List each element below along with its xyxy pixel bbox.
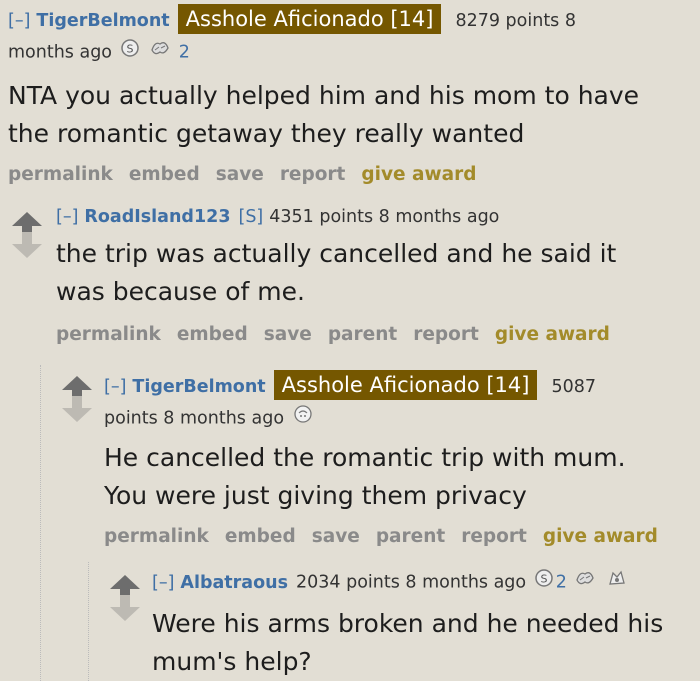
- thread-line: [88, 562, 89, 681]
- silver-award-icon: S: [534, 568, 554, 597]
- comment-3: [–] TigerBelmont Asshole Aficionado [14] 50…: [104, 370, 698, 551]
- downvote-arrow-icon[interactable]: [110, 595, 140, 621]
- report-button[interactable]: report: [413, 324, 479, 345]
- give-award-button[interactable]: give award: [361, 164, 476, 185]
- author-link[interactable]: TigerBelmont: [132, 377, 265, 397]
- comment-body: NTA you actually helped him and his mom …: [8, 77, 698, 153]
- score-time: 8279 points 8: [455, 11, 576, 31]
- collapse-toggle[interactable]: [–]: [56, 207, 78, 227]
- give-award-button[interactable]: give award: [495, 324, 610, 345]
- comment-tagline-cont: points 8 months ago: [104, 404, 698, 433]
- upvote-arrow-icon[interactable]: [12, 212, 42, 236]
- vote-arrows: [60, 376, 94, 422]
- body-line: mum's help?: [152, 647, 312, 676]
- comment-tagline: [–] Albatraous 2034 points 8 months ago S …: [152, 568, 698, 597]
- comment-1: [–] TigerBelmont Asshole Aficionado [14] 82…: [8, 4, 698, 189]
- comment-actions: permalink embed save parent report give award: [56, 321, 696, 349]
- author-link[interactable]: TigerBelmont: [36, 11, 169, 31]
- comment-actions: permalink embed save parent report give award: [104, 523, 698, 551]
- silver-award-icon: S: [120, 38, 140, 67]
- save-button[interactable]: save: [264, 324, 312, 345]
- parent-button[interactable]: parent: [328, 324, 397, 345]
- body-line: Were his arms broken and he needed his: [152, 609, 664, 638]
- award-count: 2: [178, 42, 190, 63]
- report-button[interactable]: report: [280, 164, 346, 185]
- report-button[interactable]: report: [461, 526, 527, 547]
- comment-tagline: [–] TigerBelmont Asshole Aficionado [14] 82…: [8, 4, 698, 36]
- embed-button[interactable]: embed: [225, 526, 296, 547]
- save-button[interactable]: save: [216, 164, 264, 185]
- comment-4: [–] Albatraous 2034 points 8 months ago S …: [152, 568, 698, 681]
- body-line: NTA you actually helped him and his mom …: [8, 81, 640, 110]
- vote-arrows: [10, 212, 44, 258]
- vote-arrows: [108, 575, 142, 621]
- svg-text:S: S: [540, 573, 547, 586]
- timestamp: months ago: [8, 42, 113, 63]
- helpful-award-icon: [149, 38, 171, 67]
- collapse-toggle[interactable]: [–]: [104, 377, 126, 397]
- body-line: You were just giving them privacy: [104, 481, 527, 510]
- thread-line: [40, 365, 41, 681]
- timestamp: points 8 months ago: [104, 408, 285, 429]
- collapse-toggle[interactable]: [–]: [152, 573, 174, 593]
- wholesome-award-icon: [292, 404, 314, 433]
- parent-button[interactable]: parent: [376, 526, 445, 547]
- comment-tagline-cont: months ago S 2: [8, 38, 698, 67]
- score-time: 2034 points 8 months ago: [296, 572, 527, 593]
- embed-button[interactable]: embed: [129, 164, 200, 185]
- svg-text:S: S: [126, 43, 133, 56]
- downvote-arrow-icon[interactable]: [12, 232, 42, 258]
- hugz-award-icon: [606, 568, 628, 597]
- author-link[interactable]: RoadIsland123: [84, 207, 230, 227]
- give-award-button[interactable]: give award: [543, 526, 658, 547]
- permalink-button[interactable]: permalink: [56, 324, 161, 345]
- comment-body: Were his arms broken and he needed his m…: [152, 605, 698, 681]
- score-time: 4351 points 8 months ago: [269, 207, 500, 227]
- permalink-button[interactable]: permalink: [8, 164, 113, 185]
- collapse-toggle[interactable]: [–]: [8, 11, 30, 31]
- user-flair: Asshole Aficionado [14]: [177, 4, 442, 34]
- author-link[interactable]: Albatraous: [180, 573, 288, 593]
- award-count: 2: [555, 572, 567, 593]
- embed-button[interactable]: embed: [177, 324, 248, 345]
- permalink-button[interactable]: permalink: [104, 526, 209, 547]
- comment-2: [–] RoadIsland123 [S] 4351 points 8 months …: [56, 203, 696, 349]
- body-line: He cancelled the romantic trip with mum.: [104, 443, 626, 472]
- comment-body: the trip was actually cancelled and he s…: [56, 235, 696, 311]
- upvote-arrow-icon[interactable]: [110, 575, 140, 599]
- comment-tagline: [–] RoadIsland123 [S] 4351 points 8 months …: [56, 203, 696, 231]
- user-flair: Asshole Aficionado [14]: [273, 370, 538, 400]
- comment-tagline: [–] TigerBelmont Asshole Aficionado [14] 50…: [104, 370, 698, 402]
- comment-actions: permalink embed save report give award: [8, 161, 698, 189]
- body-line: the romantic getaway they really wanted: [8, 119, 525, 148]
- comment-body: He cancelled the romantic trip with mum.…: [104, 439, 698, 515]
- downvote-arrow-icon[interactable]: [62, 396, 92, 422]
- helpful-award-icon: [574, 568, 596, 597]
- save-button[interactable]: save: [312, 526, 360, 547]
- op-tag[interactable]: [S]: [239, 207, 264, 227]
- score: 5087: [551, 377, 596, 397]
- body-line: was because of me.: [56, 277, 305, 306]
- upvote-arrow-icon[interactable]: [62, 376, 92, 400]
- body-line: the trip was actually cancelled and he s…: [56, 239, 617, 268]
